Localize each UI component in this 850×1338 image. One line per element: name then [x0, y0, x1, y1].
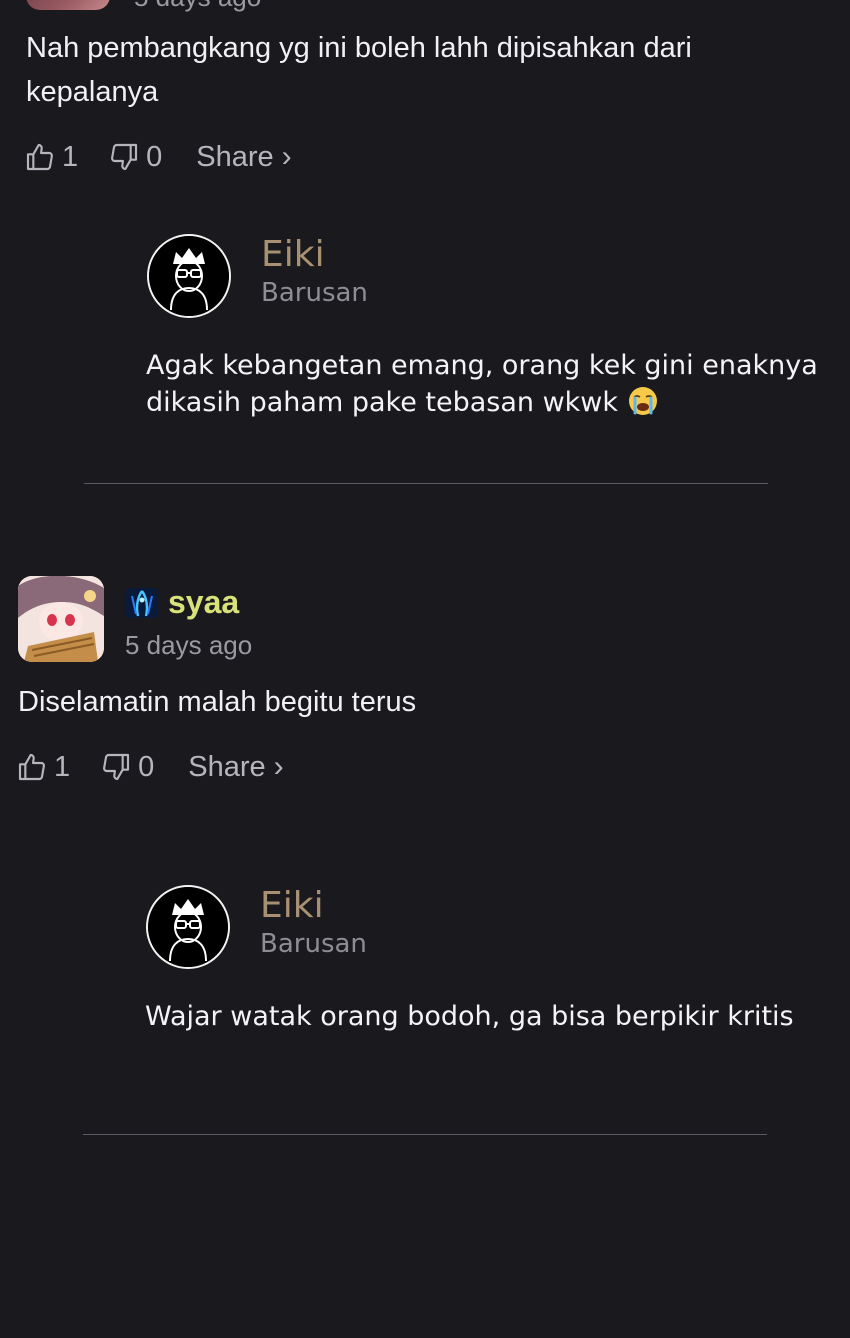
share-label: Share [196, 140, 274, 173]
reply-text: Agak kebangetan emang, orang kek gini en… [146, 350, 818, 418]
avatar[interactable] [26, 0, 110, 10]
share-button[interactable]: Share › [188, 750, 283, 784]
thumbs-down-icon [103, 753, 130, 781]
reply-text: Wajar watak orang bodoh, ga bisa berpiki… [145, 1001, 794, 1032]
chevron-right-icon: › [273, 750, 284, 783]
avatar[interactable] [18, 576, 104, 662]
divider [84, 483, 768, 484]
reply-timestamp: Barusan [260, 929, 367, 959]
comment-text: Diselamatin malah begitu terus [18, 686, 417, 718]
reply-author-name[interactable]: Eiki [260, 885, 324, 926]
thumbs-down-icon [111, 143, 138, 171]
share-button[interactable]: Share › [196, 140, 291, 174]
glowing-figure-badge-icon [126, 587, 158, 618]
comment-actions: 1 0 Share › [24, 140, 292, 174]
reply-avatar[interactable] [146, 885, 230, 969]
anime-avatar-icon [18, 576, 104, 662]
like-count: 1 [62, 140, 79, 173]
dislike-button[interactable]: 0 [108, 141, 162, 174]
comment-text: Nah pembangkang yg ini boleh lahh dipisa… [26, 32, 692, 108]
comment-timestamp: 5 days ago [134, 0, 261, 13]
comment-actions: 1 0 Share › [16, 750, 284, 784]
loudly-crying-face-icon [628, 387, 657, 415]
reply-avatar[interactable] [147, 234, 231, 318]
divider [83, 1134, 767, 1135]
masked-king-avatar-icon [148, 887, 228, 967]
comment-author-name: syaa [168, 584, 240, 620]
share-label: Share [188, 750, 266, 783]
reply-body: Agak kebangetan emang, orang kek gini en… [146, 347, 826, 421]
like-count: 1 [54, 750, 71, 783]
reply-timestamp: Barusan [261, 278, 368, 308]
thumbs-up-icon [26, 143, 53, 171]
dislike-count: 0 [146, 140, 163, 173]
like-button[interactable]: 1 [16, 751, 70, 784]
comment-timestamp: 5 days ago [125, 630, 253, 660]
masked-king-avatar-icon [149, 236, 229, 316]
like-button[interactable]: 1 [24, 141, 78, 174]
chevron-right-icon: › [281, 140, 292, 173]
dislike-count: 0 [138, 750, 155, 783]
thumbs-up-icon [18, 753, 45, 781]
comment-author[interactable]: syaa [124, 584, 239, 621]
dislike-button[interactable]: 0 [100, 751, 154, 784]
reply-author-name[interactable]: Eiki [261, 234, 325, 275]
